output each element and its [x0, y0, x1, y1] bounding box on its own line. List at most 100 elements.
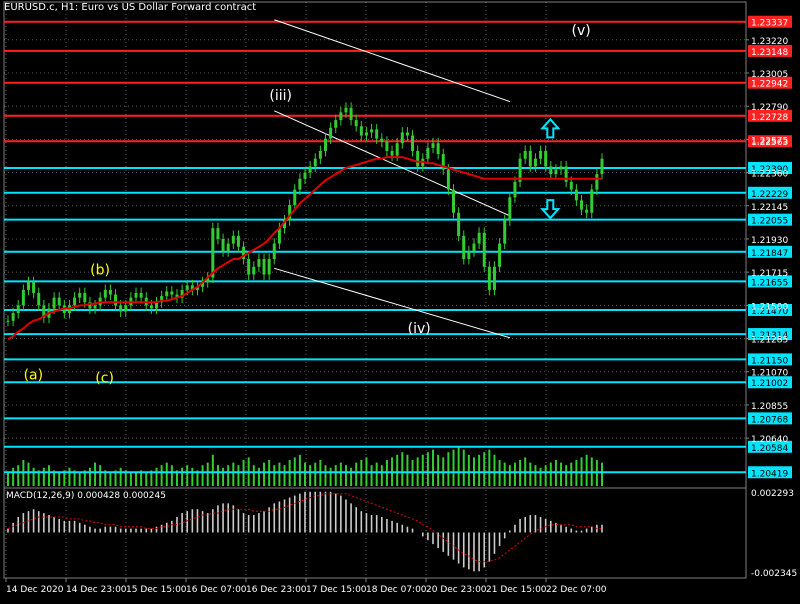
wave-label: (b)	[90, 262, 110, 278]
candle-body	[257, 259, 261, 267]
arrow-up-icon	[540, 117, 561, 139]
candle-body	[508, 197, 512, 221]
candle-body	[308, 166, 312, 173]
candle-body	[6, 320, 10, 322]
y-tick-label: 1.20640	[751, 435, 788, 445]
candle-body	[539, 150, 543, 159]
candle-body	[370, 129, 374, 133]
candle-body	[114, 294, 118, 306]
y-tick-label: 1.21285	[751, 336, 788, 346]
candle-body	[380, 138, 384, 142]
x-tick-label: 16 Dec 23:00	[246, 585, 307, 595]
chart-window: EURUSD.c, H1: Euro vs US Dollar Forward …	[0, 0, 800, 600]
macd-tick-label: 0.002293	[751, 489, 794, 499]
wave-label: (iv)	[408, 321, 431, 337]
candle-body	[32, 282, 36, 294]
candle-body	[549, 166, 553, 175]
wave-label: (iii)	[269, 88, 292, 104]
candle-body	[416, 150, 420, 167]
y-tick-label: 1.21500	[751, 302, 788, 312]
candle-body	[108, 289, 112, 295]
candle-body	[303, 172, 307, 179]
candle-body	[349, 107, 353, 121]
level-tag-label: 1.22055	[751, 217, 788, 227]
candle-body	[252, 266, 256, 275]
candle-body	[590, 189, 594, 213]
candle-body	[395, 143, 399, 156]
candle-body	[139, 293, 143, 298]
macd-tick-label: -0.002345	[751, 569, 797, 579]
level-tag-label: 1.20768	[751, 415, 788, 425]
trendline	[274, 267, 510, 339]
candle-body	[585, 209, 589, 213]
x-tick-label: 17 Dec 15:00	[306, 585, 367, 595]
y-tick-label: 1.22360	[751, 170, 788, 180]
level-tag-label: 1.20419	[751, 469, 788, 479]
x-tick-label: 18 Dec 07:00	[366, 585, 427, 595]
candle-body	[149, 305, 153, 309]
level-tag-label: 1.22728	[751, 113, 788, 123]
level-tag-label: 1.21847	[751, 249, 788, 259]
candle-body	[385, 141, 389, 151]
candle-body	[236, 235, 240, 247]
level-tag-label: 1.23148	[751, 48, 788, 58]
candle-body	[329, 127, 333, 139]
candle-body	[262, 259, 266, 275]
candle-body	[559, 166, 563, 170]
level-tag-label: 1.21655	[751, 278, 788, 288]
x-tick-label: 22 Dec 07:00	[546, 585, 607, 595]
candle-body	[452, 189, 455, 213]
candle-body	[124, 305, 128, 312]
candle-body	[26, 282, 30, 290]
y-tick-label: 1.22790	[751, 103, 788, 113]
candle-body	[165, 291, 169, 297]
candle-body	[580, 200, 584, 210]
x-tick-label: 14 Dec 23:00	[66, 585, 127, 595]
candle-body	[93, 305, 97, 309]
candle-body	[431, 143, 435, 148]
candle-body	[482, 232, 486, 267]
wave-label: (v)	[572, 23, 591, 39]
y-tick-label: 1.20855	[751, 402, 788, 412]
candle-body	[503, 220, 507, 244]
candle-body	[600, 158, 604, 175]
candle-body	[354, 120, 358, 127]
candle-body	[467, 251, 471, 260]
y-tick-label: 1.23220	[751, 37, 788, 47]
candle-body	[211, 228, 215, 278]
candle-body	[134, 293, 138, 298]
candle-body	[103, 289, 107, 298]
candle-body	[528, 150, 532, 167]
candle-body	[400, 132, 404, 144]
candle-body	[544, 150, 548, 167]
candle-body	[78, 293, 82, 298]
candle-body	[492, 266, 496, 290]
y-tick-label: 1.21715	[751, 269, 788, 279]
candle-body	[323, 138, 327, 151]
candle-body	[267, 259, 271, 275]
candle-body	[344, 107, 348, 113]
candle-body	[293, 189, 297, 205]
candle-body	[554, 169, 558, 175]
x-tick-label: 15 Dec 15:00	[126, 585, 187, 595]
chart-svg: 1.233371.231481.229421.227281.225631.223…	[3, 1, 797, 595]
candle-body	[533, 158, 537, 167]
candle-body	[216, 228, 220, 239]
x-tick-label: 14 Dec 2020	[6, 585, 64, 595]
candle-body	[462, 235, 466, 260]
candle-body	[364, 132, 368, 136]
candle-body	[57, 297, 61, 306]
y-tick-label: 1.22145	[751, 203, 788, 213]
candle-body	[375, 129, 379, 139]
level-tag-label: 1.21002	[751, 379, 788, 389]
candle-body	[595, 174, 599, 190]
candle-body	[513, 181, 517, 198]
candle-body	[11, 313, 15, 321]
candle-body	[318, 150, 322, 159]
candle-body	[21, 289, 25, 306]
candle-body	[119, 305, 123, 312]
y-tick-label: 1.22575	[751, 136, 788, 146]
candle-body	[446, 169, 450, 190]
candle-body	[170, 291, 174, 295]
candle-body	[247, 259, 251, 275]
